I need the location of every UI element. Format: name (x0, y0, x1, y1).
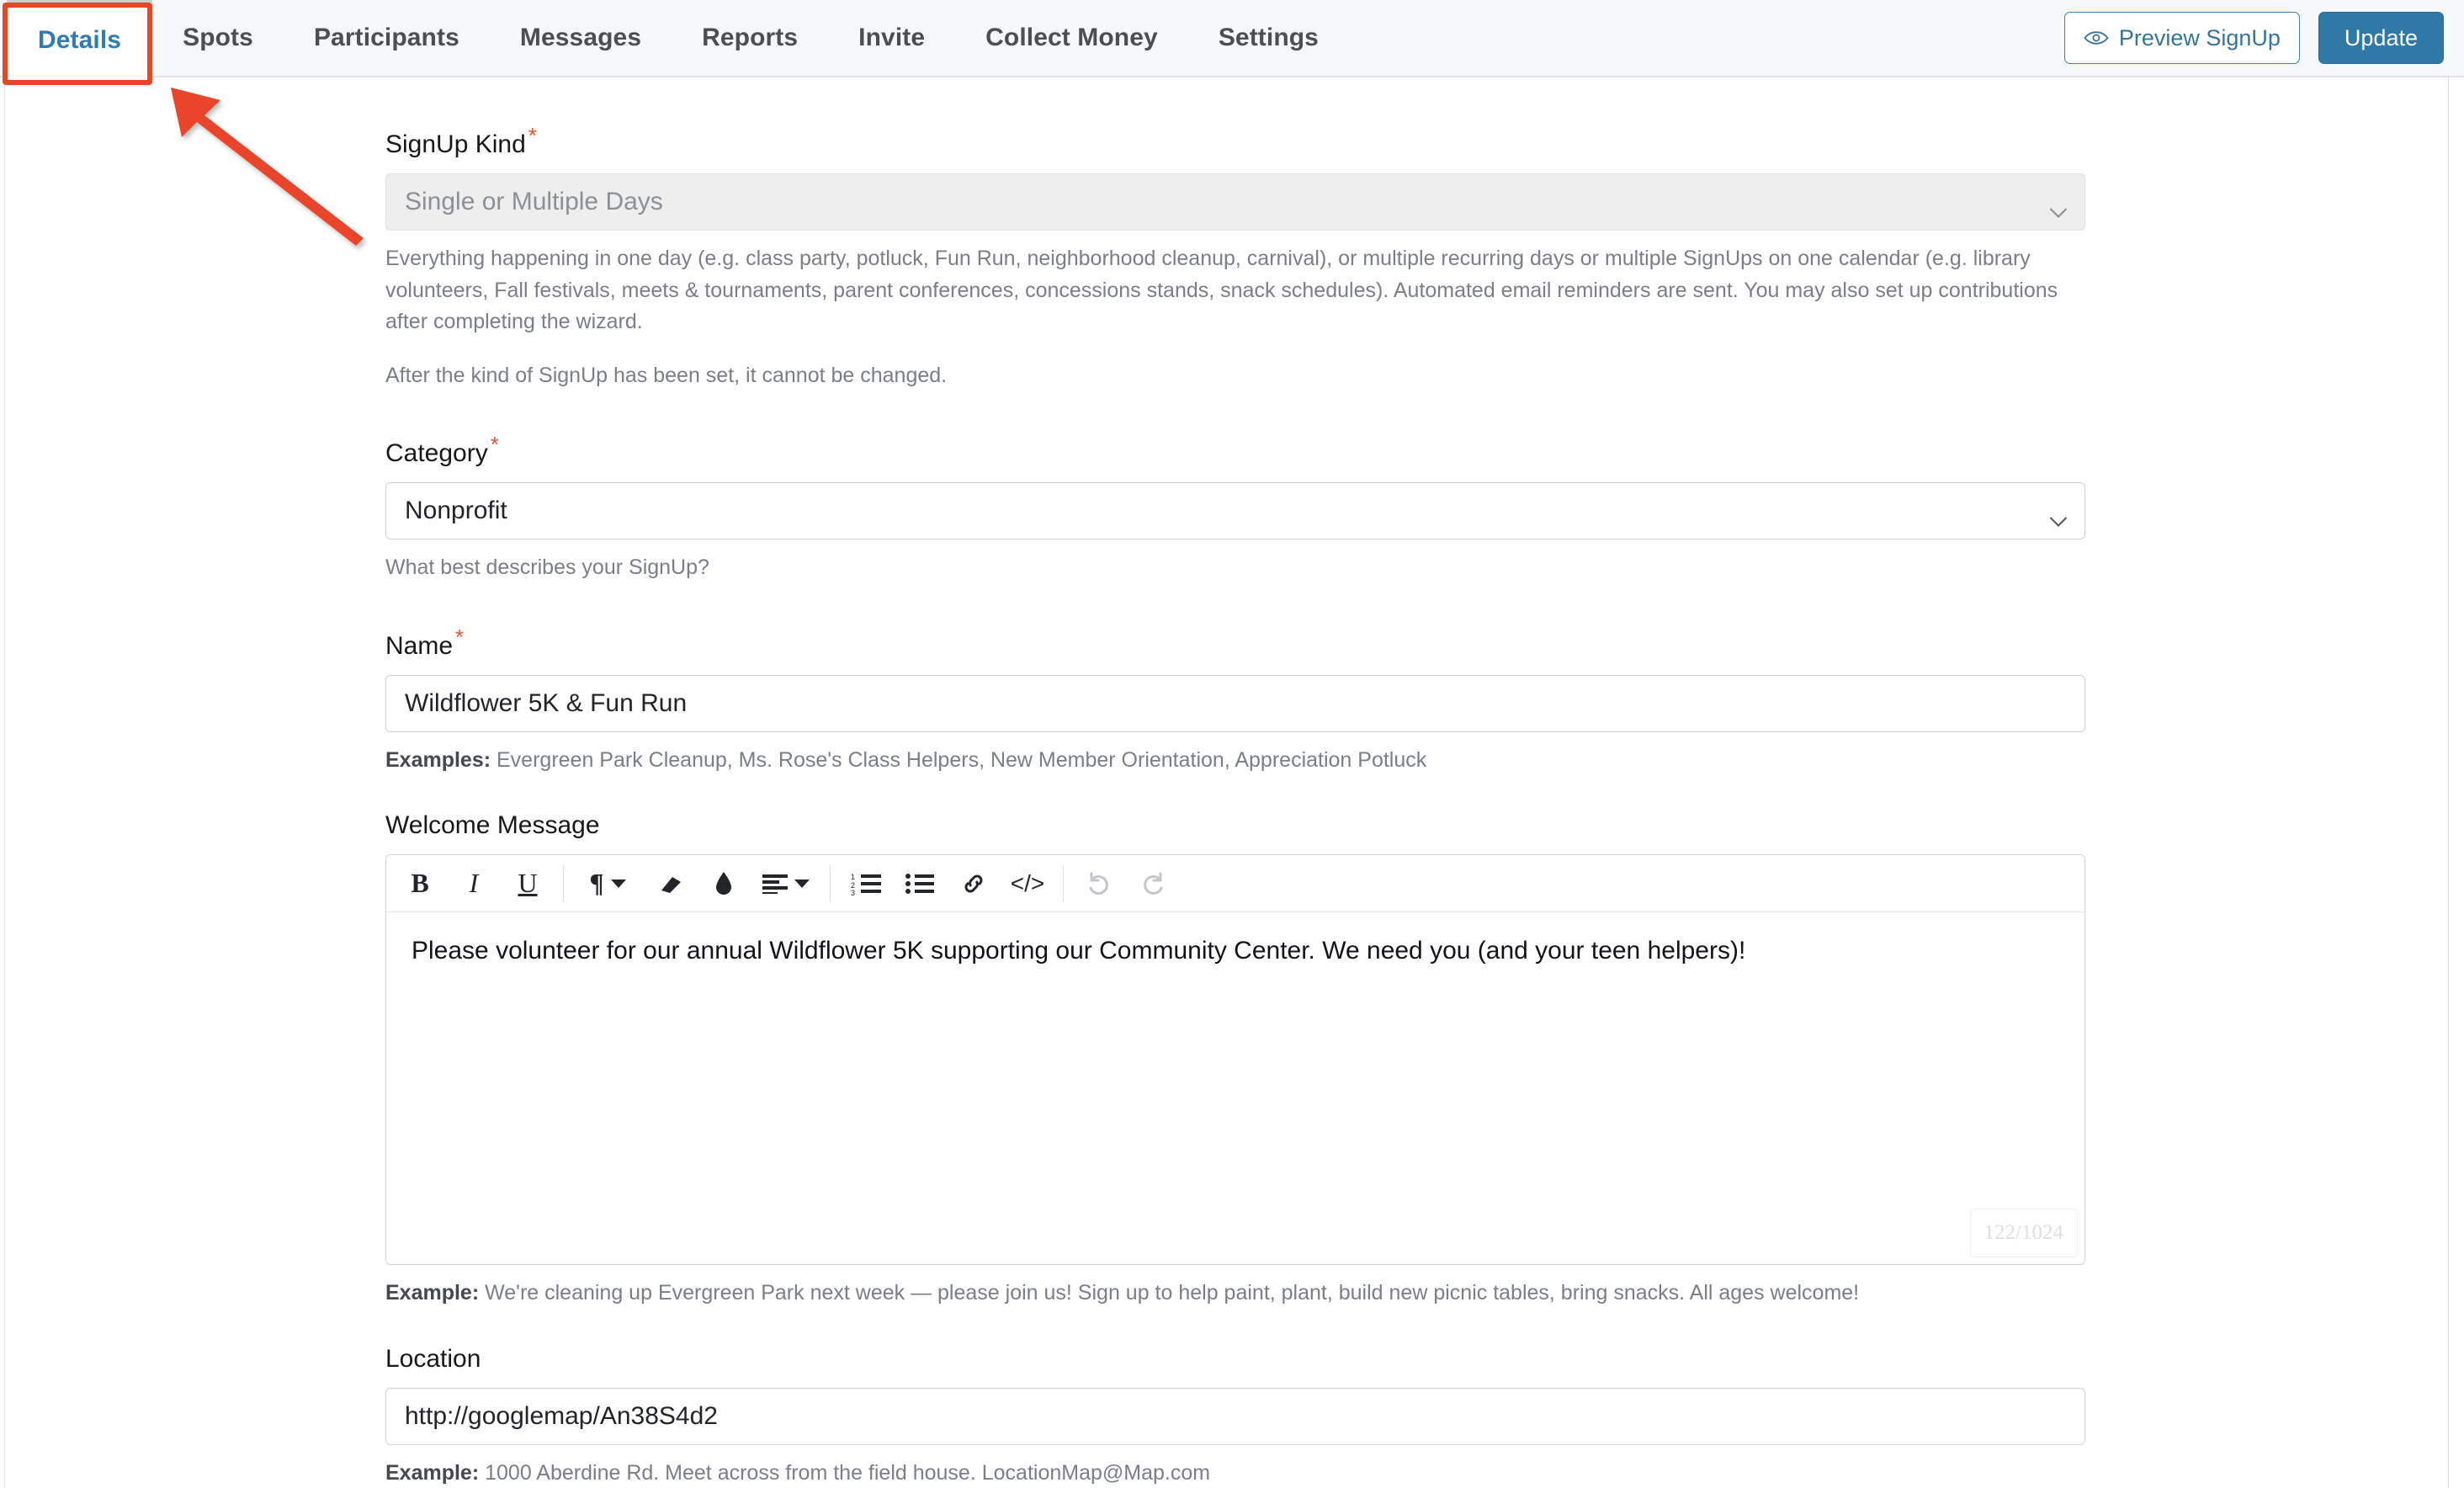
signup-kind-select[interactable]: Single or Multiple Days (385, 173, 2085, 231)
location-label: Location (385, 1344, 481, 1373)
field-location: Location http://googlemap/An38S4d2 Examp… (385, 1345, 2085, 1488)
rich-text-editor: B I U ¶ 1 2 3 </> Please volunteer for o… (385, 854, 2085, 1265)
location-example: Example: 1000 Aberdine Rd. Meet across f… (385, 1458, 2085, 1488)
underline-icon[interactable]: U (501, 862, 555, 906)
italic-glyph: I (469, 868, 479, 898)
ordered-list-icon[interactable]: 123 (839, 862, 893, 906)
bold-glyph: B (411, 868, 429, 898)
toolbar-divider (563, 864, 564, 902)
name-example-text: Evergreen Park Cleanup, Ms. Rose's Class… (491, 747, 1427, 772)
toolbar-group-format: ¶ (572, 862, 697, 906)
details-form: SignUp Kind * Single or Multiple Days Eve… (385, 77, 2085, 1488)
signup-kind-label-text: SignUp Kind (385, 130, 526, 158)
update-button[interactable]: Update (2318, 12, 2444, 64)
field-welcome-message: Welcome Message B I U ¶ 1 2 3 </> Please… (385, 811, 2085, 1310)
location-value: http://googlemap/An38S4d2 (405, 1401, 718, 1430)
svg-text:1: 1 (851, 873, 855, 881)
name-example-prefix: Examples: (385, 747, 491, 772)
tab-list: Details Spots Participants Messages Repo… (7, 0, 1349, 77)
paragraph-format-icon[interactable]: ¶ (572, 862, 643, 906)
location-example-prefix: Example: (385, 1460, 480, 1485)
bold-icon[interactable]: B (393, 862, 447, 906)
field-category: Category * Nonprofit What best describes … (385, 432, 2085, 584)
header-actions: Preview SignUp Update (2063, 0, 2464, 76)
unordered-list-icon[interactable] (893, 862, 947, 906)
tab-collect-money[interactable]: Collect Money (955, 0, 1188, 76)
name-value: Wildflower 5K & Fun Run (405, 688, 688, 717)
tab-label: Reports (702, 24, 799, 51)
location-input[interactable]: http://googlemap/An38S4d2 (385, 1387, 2085, 1445)
signup-kind-help-1: Everything happening in one day (e.g. cl… (385, 247, 2058, 333)
details-form-panel: SignUp Kind * Single or Multiple Days Eve… (4, 77, 2449, 1488)
signup-kind-value: Single or Multiple Days (405, 188, 663, 215)
required-asterisk: * (528, 123, 537, 148)
toolbar-group-color-align (697, 862, 821, 906)
tab-reports[interactable]: Reports (672, 0, 828, 76)
name-label-text: Name (385, 631, 454, 660)
name-label: Name * (385, 624, 2085, 661)
editor-toolbar: B I U ¶ 1 2 3 </> (386, 855, 2084, 912)
chevron-down-icon (610, 879, 626, 888)
category-select[interactable]: Nonprofit (385, 482, 2085, 539)
preview-signup-button[interactable]: Preview SignUp (2063, 12, 2300, 64)
chevron-down-icon (2049, 197, 2068, 218)
chevron-down-icon (794, 879, 810, 888)
code-view-icon[interactable]: </> (1001, 862, 1054, 906)
clear-formatting-icon[interactable] (643, 862, 697, 906)
required-asterisk: * (490, 432, 499, 457)
tab-label: Participants (313, 24, 459, 51)
tab-messages[interactable]: Messages (490, 0, 672, 76)
undo-icon[interactable] (1072, 862, 1126, 906)
field-name: Name * Wildflower 5K & Fun Run Examples: … (385, 624, 2085, 777)
tab-settings[interactable]: Settings (1188, 0, 1349, 76)
tab-label: Settings (1218, 24, 1319, 51)
category-label-text: Category (385, 439, 488, 467)
category-value: Nonprofit (405, 497, 507, 524)
eye-icon (2084, 29, 2109, 46)
tab-participants[interactable]: Participants (284, 0, 490, 76)
tab-label: Spots (183, 24, 253, 51)
name-example: Examples: Evergreen Park Cleanup, Ms. Ro… (385, 745, 2085, 777)
link-icon[interactable] (947, 862, 1001, 906)
welcome-message-label: Welcome Message (385, 811, 600, 839)
tab-label: Invite (858, 24, 926, 51)
welcome-message-example-prefix: Example: (385, 1281, 480, 1305)
welcome-message-example: Example: We're cleaning up Evergreen Par… (385, 1278, 2085, 1310)
underline-glyph: U (518, 868, 538, 898)
toolbar-divider (830, 864, 831, 902)
text-color-icon[interactable] (697, 862, 751, 906)
signup-kind-label: SignUp Kind * (385, 123, 2085, 159)
toolbar-divider (1063, 864, 1064, 902)
italic-icon[interactable]: I (447, 862, 501, 906)
location-example-text: 1000 Aberdine Rd. Meet across from the f… (479, 1460, 1211, 1485)
tab-label: Details (38, 25, 122, 54)
svg-text:3: 3 (851, 889, 855, 895)
required-asterisk: * (455, 624, 465, 650)
toolbar-group-lists: 123 </> (839, 862, 1054, 906)
character-counter: 122/1024 (1969, 1208, 2078, 1257)
tab-label: Messages (519, 24, 642, 51)
chevron-down-icon (2049, 506, 2068, 527)
category-label: Category * (385, 432, 2085, 468)
toolbar-group-text-style: B I U (393, 862, 555, 906)
top-tab-bar: Details Spots Participants Messages Repo… (0, 0, 2464, 77)
tab-details[interactable]: Details (7, 0, 153, 77)
toolbar-group-history (1072, 862, 1180, 906)
welcome-message-textarea[interactable]: Please volunteer for our annual Wildflow… (386, 912, 2084, 1264)
tab-spots[interactable]: Spots (152, 0, 284, 76)
redo-icon[interactable] (1126, 862, 1180, 906)
update-label: Update (2344, 24, 2418, 50)
welcome-message-value: Please volunteer for our annual Wildflow… (412, 937, 1746, 965)
tab-invite[interactable]: Invite (828, 0, 955, 76)
welcome-message-example-text: We're cleaning up Evergreen Park next we… (479, 1281, 1860, 1305)
code-glyph: </> (1010, 869, 1045, 896)
signup-kind-help-2: After the kind of SignUp has been set, i… (385, 363, 948, 387)
preview-signup-label: Preview SignUp (2118, 24, 2281, 50)
field-signup-kind: SignUp Kind * Single or Multiple Days Eve… (385, 123, 2085, 391)
pilcrow-glyph: ¶ (589, 868, 604, 898)
align-icon[interactable] (751, 862, 821, 906)
name-input[interactable]: Wildflower 5K & Fun Run (385, 674, 2085, 732)
tab-label: Collect Money (985, 24, 1158, 51)
category-help: What best describes your SignUp? (385, 555, 709, 579)
